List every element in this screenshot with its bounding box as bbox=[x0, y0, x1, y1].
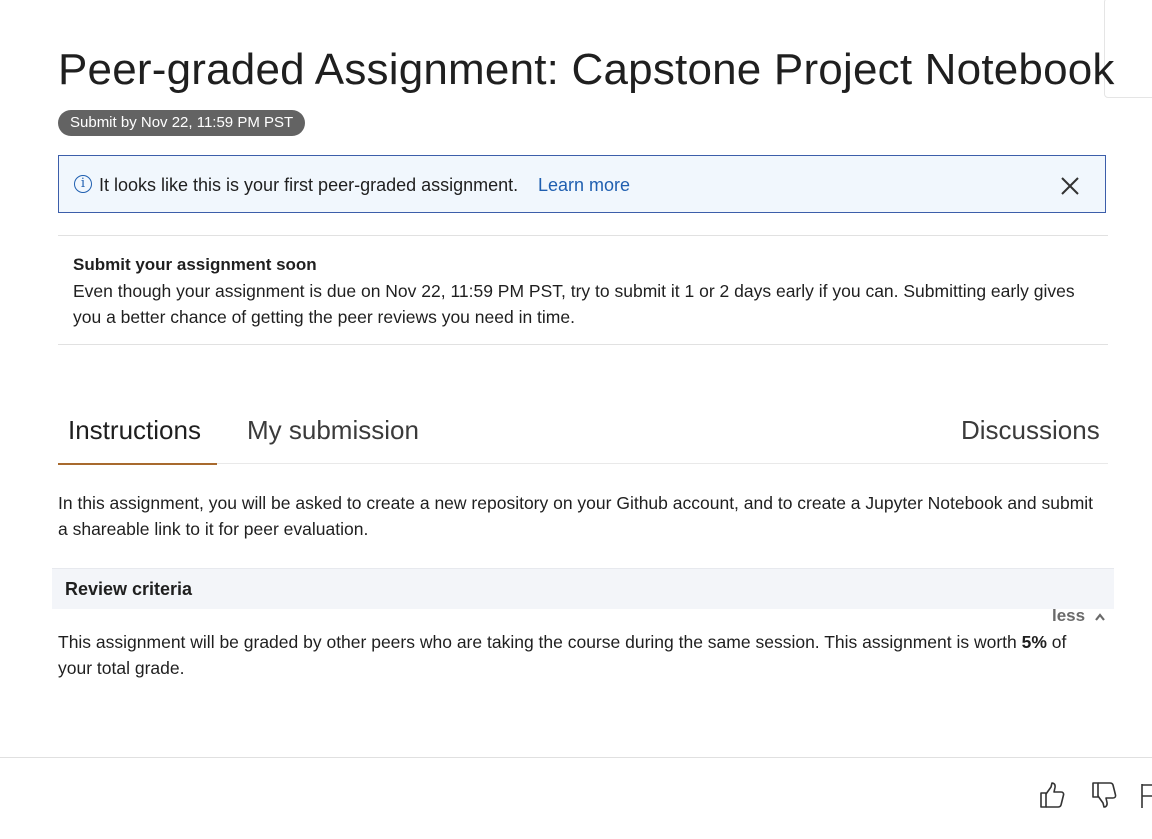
thumbs-up-icon[interactable] bbox=[1038, 780, 1066, 810]
flag-icon[interactable] bbox=[1140, 780, 1152, 810]
thumbs-down-icon[interactable] bbox=[1090, 780, 1118, 810]
tab-instructions[interactable]: Instructions bbox=[68, 412, 201, 448]
review-criteria-body: This assignment will be graded by other … bbox=[58, 629, 1098, 681]
info-banner: i It looks like this is your first peer-… bbox=[58, 155, 1106, 213]
review-criteria-heading: Review criteria bbox=[65, 579, 193, 599]
page-title: Peer-graded Assignment: Capstone Project… bbox=[58, 45, 1115, 94]
notice-heading: Submit your assignment soon bbox=[73, 255, 317, 274]
chevron-up-icon bbox=[1094, 612, 1105, 621]
info-icon: i bbox=[74, 175, 92, 193]
notice-body: Even though your assignment is due on No… bbox=[73, 281, 1075, 327]
close-icon[interactable] bbox=[1059, 175, 1081, 197]
learn-more-link[interactable]: Learn more bbox=[538, 173, 630, 197]
less-toggle[interactable]: less bbox=[1052, 604, 1106, 628]
due-date-badge: Submit by Nov 22, 11:59 PM PST bbox=[58, 110, 306, 136]
less-toggle-label: less bbox=[1052, 606, 1086, 625]
divider bbox=[58, 235, 1108, 236]
assignment-page: Peer-graded Assignment: Capstone Project… bbox=[0, 0, 1152, 839]
active-tab-indicator bbox=[58, 463, 217, 465]
review-criteria-header: Review criteria bbox=[52, 568, 1114, 609]
footer-divider bbox=[0, 757, 1152, 758]
tab-my-submission[interactable]: My submission bbox=[247, 412, 419, 448]
divider bbox=[58, 344, 1108, 345]
review-body-text: This assignment will be graded by other … bbox=[58, 632, 1022, 652]
instructions-intro: In this assignment, you will be asked to… bbox=[58, 493, 1094, 539]
tab-discussions[interactable]: Discussions bbox=[961, 412, 1100, 448]
info-banner-message: It looks like this is your first peer-gr… bbox=[99, 175, 519, 195]
grade-weight: 5% bbox=[1021, 632, 1047, 652]
